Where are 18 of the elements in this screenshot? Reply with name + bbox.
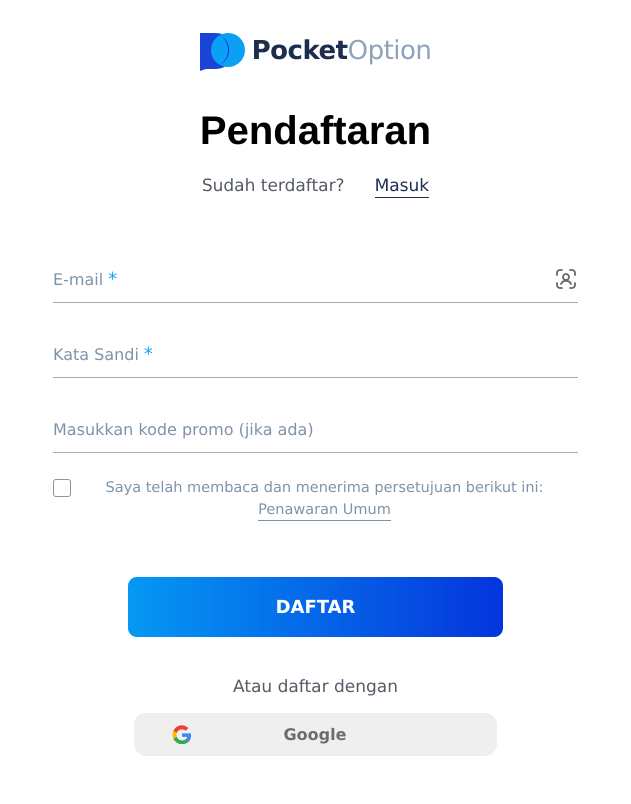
required-mark: *	[108, 268, 118, 290]
logo-text: PocketOption	[252, 36, 432, 66]
login-prompt: Sudah terdaftar?	[202, 176, 345, 198]
social-login-button[interactable]: Google	[134, 713, 497, 756]
terms-link[interactable]: Penawaran Umum	[258, 500, 391, 521]
submit-button[interactable]: DAFTAR	[128, 577, 503, 637]
checkbox[interactable]	[53, 479, 71, 497]
agreement-text: Saya telah membaca dan menerima persetujuan berikut ini:	[106, 479, 544, 498]
alt-signup-text: Atau daftar dengan	[233, 677, 398, 697]
input-field[interactable]: E-mail	[53, 270, 104, 288]
page-title: Pendaftaran	[200, 109, 432, 154]
login-link[interactable]: Masuk	[374, 176, 430, 198]
contact-scan-icon[interactable]	[554, 267, 578, 291]
input-field[interactable]: Kata Sandi	[53, 344, 139, 364]
google-g-icon	[171, 724, 193, 746]
input-field[interactable]: Masukkan kode promo (jika ada)	[53, 420, 578, 438]
required-mark: *	[144, 344, 153, 364]
logo-icon	[200, 31, 246, 71]
